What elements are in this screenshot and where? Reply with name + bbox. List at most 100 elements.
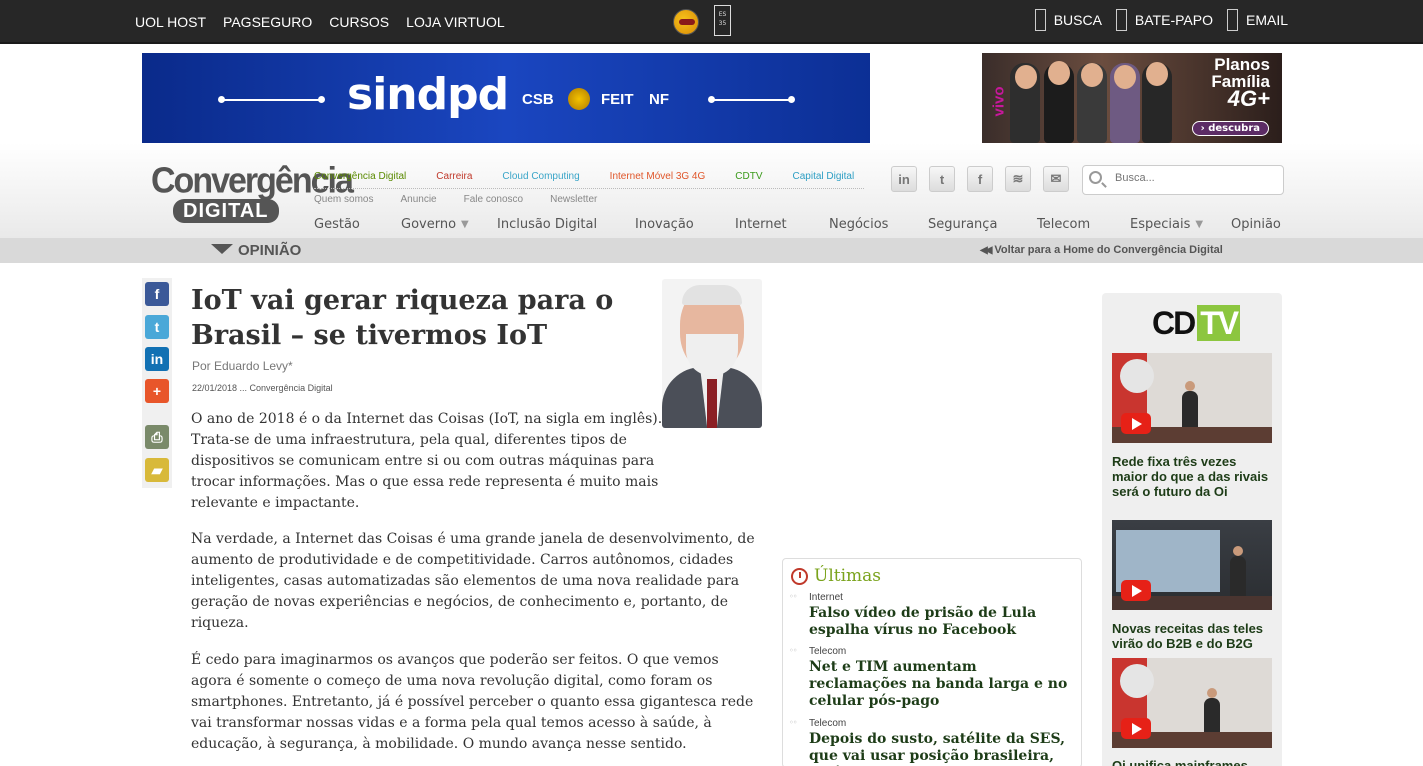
facebook-icon[interactable]: f [145, 282, 169, 306]
sites-divider [314, 188, 864, 189]
logo-bottom-text: DIGITAL [173, 199, 279, 223]
bullet-icon: ◦◦ [789, 646, 798, 655]
search-icon[interactable] [1089, 171, 1102, 184]
back-link-label: Voltar para a Home do Convergência Digit… [994, 244, 1223, 256]
fale-conosco-link[interactable]: Fale conosco [464, 194, 523, 205]
youtube-play-icon[interactable] [1121, 718, 1151, 739]
article-date: 22/01/2018 ... Convergência Digital [192, 383, 333, 393]
nav-item-especiais[interactable]: Especiais ▼ [1130, 217, 1231, 232]
ad-line-1: Planos [1214, 55, 1270, 74]
photo-tie [707, 379, 717, 428]
double-chevron-left-icon: ◀◀ [980, 244, 993, 256]
cursos-link[interactable]: CURSOS [329, 14, 389, 30]
search-input[interactable] [1115, 172, 1275, 184]
uol-links: UOL HOST PAGSEGURO CURSOS LOJA VIRTUOL [135, 14, 505, 30]
caret-down-icon: ▼ [1195, 219, 1204, 230]
print-icon[interactable]: ⎙ [145, 425, 169, 449]
nav-label: Governo [401, 217, 457, 232]
uol-top-bar: UOL HOST PAGSEGURO CURSOS LOJA VIRTUOL E… [0, 0, 1423, 44]
cdtv-logo[interactable]: CD TV [1152, 305, 1241, 342]
nav-item-seguranca[interactable]: Segurança [928, 217, 1037, 232]
back-to-home-link[interactable]: ◀◀ Voltar para a Home do Convergência Di… [980, 244, 1223, 256]
site-link-cdtv[interactable]: CDTV [735, 171, 762, 182]
anuncie-link[interactable]: Anuncie [400, 194, 436, 205]
news-headline-link[interactable]: Depois do susto, satélite da SES, que va… [809, 731, 1077, 766]
nav-label: Inclusão Digital [497, 217, 598, 232]
youtube-play-icon[interactable] [1121, 413, 1151, 434]
bullet-icon: ◦◦ [789, 718, 798, 727]
nav-label: Negócios [829, 217, 889, 232]
loja-virtuol-link[interactable]: LOJA VIRTUOL [406, 14, 505, 30]
news-headline-link[interactable]: Net e TIM aumentam reclamações na banda … [809, 659, 1077, 710]
uol-age-rating-icon: ES 35 [714, 5, 731, 36]
nf-logo: NF [649, 91, 669, 108]
uol-logo-icon[interactable] [673, 9, 699, 35]
ad-cta-button[interactable]: › descubra [1191, 121, 1269, 136]
youtube-play-icon[interactable] [1121, 580, 1151, 601]
article-byline: Por Eduardo Levy* [192, 359, 293, 373]
nav-item-opiniao[interactable]: Opinião [1231, 217, 1281, 232]
news-headline-link[interactable]: Falso vídeo de prisão de Lula espalha ví… [809, 605, 1077, 639]
nav-item-inovacao[interactable]: Inovação [635, 217, 735, 232]
video-thumbnail[interactable] [1112, 520, 1272, 610]
nav-item-telecom[interactable]: Telecom [1037, 217, 1130, 232]
plus-icon[interactable]: + [145, 379, 169, 403]
nav-item-internet[interactable]: Internet [735, 217, 829, 232]
ad-headline: Planos Família 4G+ [1211, 55, 1270, 111]
uol-host-link[interactable]: UOL HOST [135, 14, 206, 30]
ad-person-head [1081, 63, 1103, 87]
video-thumbnail[interactable] [1112, 353, 1272, 443]
nav-label: Inovação [635, 217, 694, 232]
newsletter-link[interactable]: Newsletter [550, 194, 597, 205]
csb-globe-icon [568, 88, 590, 110]
site-link-internet-movel[interactable]: Internet Móvel 3G 4G [610, 171, 706, 182]
facebook-icon[interactable]: f [967, 166, 993, 192]
video-thumbnail[interactable] [1112, 658, 1272, 748]
banner-dot [318, 96, 325, 103]
video-caption-link[interactable]: Rede fixa três vezes maior do que a das … [1112, 454, 1274, 499]
sindpd-banner-ad[interactable]: sindpd CSB FEIT NF [142, 53, 870, 143]
nav-item-gestao[interactable]: Gestão [314, 217, 401, 232]
ad-person-head [1114, 65, 1136, 89]
video-caption-link[interactable]: Novas receitas das teles virão do B2B e … [1112, 621, 1274, 651]
ad-person-head [1015, 65, 1037, 89]
twitter-icon[interactable]: t [145, 315, 169, 339]
rss-icon[interactable]: ≋ [1005, 166, 1031, 192]
site-link-cloud-computing[interactable]: Cloud Computing [502, 171, 579, 182]
social-icons: in t f ≋ ✉ [891, 166, 1069, 192]
folder-icon[interactable]: ▰ [145, 458, 169, 482]
ad-line-3: 4G+ [1227, 86, 1270, 111]
nav-label: Telecom [1037, 217, 1091, 232]
bullet-icon: ◦◦ [789, 592, 798, 601]
site-link-convergencia-digital[interactable]: Convergência Digital [314, 171, 406, 182]
nav-label: Internet [735, 217, 787, 232]
author-photo [662, 279, 762, 428]
photo-hair [682, 285, 742, 305]
bate-papo-link[interactable]: BATE-PAPO [1115, 9, 1213, 31]
nav-item-inclusao-digital[interactable]: Inclusão Digital [497, 217, 635, 232]
email-icon [1226, 9, 1238, 31]
nav-label: Segurança [928, 217, 998, 232]
clock-icon [791, 568, 808, 585]
ad-cta-label: descubra [1208, 123, 1260, 134]
linkedin-icon[interactable]: in [891, 166, 917, 192]
nav-item-governo[interactable]: Governo ▼ [401, 217, 497, 232]
video-caption-link[interactable]: Oi unifica mainframes [1112, 758, 1274, 766]
section-bar: OPINIÃO ◀◀ Voltar para a Home do Converg… [0, 238, 1423, 263]
busca-link[interactable]: BUSCA [1034, 9, 1102, 31]
vivo-banner-ad[interactable]: vivo Planos Família 4G+ › descubra [982, 53, 1282, 143]
email-icon[interactable]: ✉ [1043, 166, 1069, 192]
site-link-carreira[interactable]: Carreira [436, 171, 472, 182]
article-paragraph: Na verdade, a Internet das Coisas é uma … [191, 531, 755, 631]
latest-news-box: Últimas ◦◦ Internet Falso vídeo de prisã… [782, 558, 1082, 766]
email-link[interactable]: EMAIL [1226, 9, 1288, 31]
nav-item-negocios[interactable]: Negócios [829, 217, 928, 232]
ad-person-head [1048, 61, 1070, 85]
quem-somos-link[interactable]: Quem somos [314, 194, 373, 205]
pagseguro-link[interactable]: PAGSEGURO [223, 14, 312, 30]
share-toolbar: f t in + ⎙ ▰ [142, 278, 172, 488]
article-paragraph: É cedo para imaginarmos os avanços que p… [191, 652, 754, 752]
site-link-capital-digital[interactable]: Capital Digital [793, 171, 855, 182]
twitter-icon[interactable]: t [929, 166, 955, 192]
linkedin-icon[interactable]: in [145, 347, 169, 371]
